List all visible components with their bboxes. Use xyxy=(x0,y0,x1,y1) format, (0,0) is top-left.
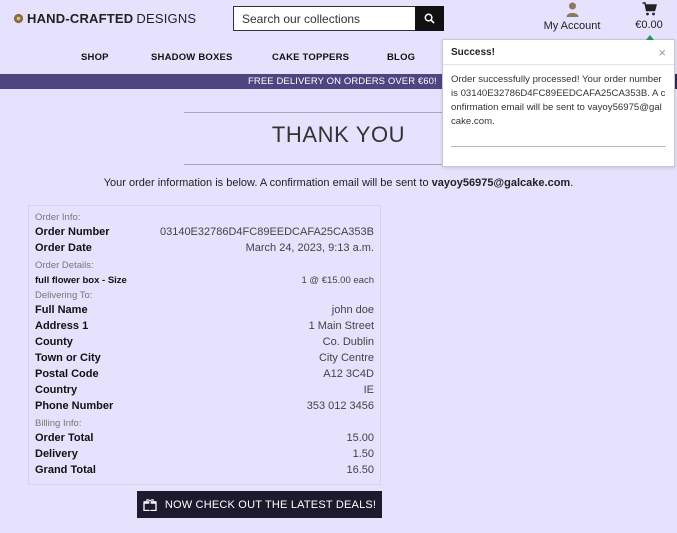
order-date-row: Order Date March 24, 2023, 9:13 a.m. xyxy=(35,242,374,254)
full-name-value: john doe xyxy=(331,304,374,316)
logo-text-light: DESIGNS xyxy=(136,11,197,26)
address1-label: Address 1 xyxy=(35,320,89,332)
toast-message: Order successfully processed! Your order… xyxy=(451,74,666,127)
close-icon[interactable]: × xyxy=(658,46,666,59)
my-account-link[interactable]: My Account xyxy=(538,2,606,32)
order-number-row: Order Number 03140E32786D4FC89EEDCAFA25C… xyxy=(35,226,374,238)
nav-item-shop[interactable]: SHOP xyxy=(81,52,109,63)
section-billing-info: Billing Info: xyxy=(35,418,82,429)
toast-divider xyxy=(451,146,666,147)
confirmation-message: Your order information is below. A confi… xyxy=(0,177,677,189)
postcode-row: Postal Code A12 3C4D xyxy=(35,368,374,380)
nav-item-shadow-boxes[interactable]: SHADOW BOXES xyxy=(151,52,233,63)
town-label: Town or City xyxy=(35,352,101,364)
section-delivering-to: Delivering To: xyxy=(35,290,93,301)
nav-item-cake-toppers[interactable]: CAKE TOPPERS xyxy=(272,52,349,63)
section-order-details: Order Details: xyxy=(35,260,94,271)
address1-value: 1 Main Street xyxy=(308,320,374,332)
confirmation-suffix: . xyxy=(570,177,574,189)
search-form xyxy=(233,6,444,31)
search-icon xyxy=(424,13,435,24)
confirmation-prefix: Your order information is below. A confi… xyxy=(103,177,432,189)
cart-total: €0.00 xyxy=(635,19,663,31)
delivery-banner-text: FREE DELIVERY ON ORDERS OVER €60! xyxy=(248,76,437,87)
order-summary: Order Info: Order Number 03140E32786D4FC… xyxy=(28,205,381,485)
order-item-name: full flower box - Size xyxy=(35,275,127,286)
grand-total-value: 16.50 xyxy=(346,464,374,476)
order-total-label: Order Total xyxy=(35,432,94,444)
order-number-value: 03140E32786D4FC89EEDCAFA25CA353B xyxy=(159,226,374,238)
grand-total-label: Grand Total xyxy=(35,464,96,476)
order-item-qty-price: 1 @ €15.00 each xyxy=(301,275,374,286)
order-date-value: March 24, 2023, 9:13 a.m. xyxy=(245,242,374,254)
county-value: Co. Dublin xyxy=(322,336,374,348)
phone-label: Phone Number xyxy=(35,400,114,412)
country-label: Country xyxy=(35,384,78,396)
grand-total-row: Grand Total 16.50 xyxy=(35,464,374,476)
county-row: County Co. Dublin xyxy=(35,336,374,348)
county-label: County xyxy=(35,336,73,348)
country-value: IE xyxy=(363,384,374,396)
postcode-label: Postal Code xyxy=(35,368,99,380)
town-row: Town or City City Centre xyxy=(35,352,374,364)
success-toast: Success! × Order successfully processed!… xyxy=(442,35,675,167)
cart-link[interactable]: €0.00 xyxy=(630,2,668,31)
toast-title: Success! xyxy=(451,46,495,58)
phone-value: 353 012 3456 xyxy=(306,400,374,412)
full-name-label: Full Name xyxy=(35,304,88,316)
order-total-value: 15.00 xyxy=(346,432,374,444)
town-value: City Centre xyxy=(318,352,374,364)
order-total-row: Order Total 15.00 xyxy=(35,432,374,444)
latest-deals-label: NOW CHECK OUT THE LATEST DEALS! xyxy=(164,498,377,511)
order-number-label: Order Number xyxy=(35,226,110,238)
toast-arrow xyxy=(646,35,654,40)
my-account-label: My Account xyxy=(543,20,601,32)
user-icon xyxy=(566,2,578,17)
postcode-value: A12 3C4D xyxy=(323,368,374,380)
site-logo[interactable]: HAND-CRAFTED DESIGNS xyxy=(13,11,196,26)
nav-item-blog[interactable]: BLOG xyxy=(387,52,415,63)
country-row: Country IE xyxy=(35,384,374,396)
cart-icon xyxy=(642,2,657,16)
logo-text-bold: HAND-CRAFTED xyxy=(27,11,134,26)
toast-header: Success! × xyxy=(443,40,674,65)
full-name-row: Full Name john doe xyxy=(35,304,374,316)
search-input[interactable] xyxy=(233,6,415,31)
phone-row: Phone Number 353 012 3456 xyxy=(35,400,374,412)
logo-icon xyxy=(13,13,24,24)
delivery-value: 1.50 xyxy=(352,448,374,460)
search-button[interactable] xyxy=(415,6,444,31)
delivery-label: Delivery xyxy=(35,448,78,460)
latest-deals-button[interactable]: NOW CHECK OUT THE LATEST DEALS! xyxy=(137,491,382,518)
order-date-label: Order Date xyxy=(35,242,92,254)
delivery-row: Delivery 1.50 xyxy=(35,448,374,460)
section-order-info: Order Info: xyxy=(35,212,81,223)
confirmation-email: vayoy56975@galcake.com xyxy=(431,177,571,189)
order-item-row: full flower box - Size 1 @ €15.00 each xyxy=(35,275,374,286)
gift-icon xyxy=(143,498,157,511)
address1-row: Address 1 1 Main Street xyxy=(35,320,374,332)
